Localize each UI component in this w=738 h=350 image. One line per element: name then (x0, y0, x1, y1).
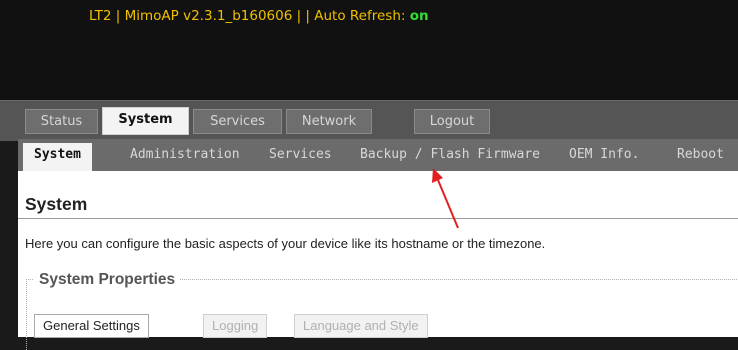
tab-system[interactable]: System (102, 107, 189, 135)
content-area: System Here you can configure the basic … (18, 171, 738, 350)
page-description: Here you can configure the basic aspects… (25, 236, 546, 251)
subtab-oem-info[interactable]: OEM Info. (569, 147, 639, 162)
sub-tab-bar: System Administration Services Backup / … (18, 139, 738, 171)
subtab-services[interactable]: Services (269, 147, 332, 162)
page-title: System (25, 194, 88, 214)
tab-logging[interactable]: Logging (203, 314, 268, 338)
tab-status[interactable]: Status (25, 109, 98, 134)
fieldset-legend: System Properties (34, 271, 181, 289)
header-bar: LT2 | MimoAP v2.3.1_b160606 | | Auto Ref… (0, 0, 738, 100)
subtab-system[interactable]: System (23, 143, 92, 171)
tab-services[interactable]: Services (193, 109, 282, 134)
subtab-backup-flash-firmware[interactable]: Backup / Flash Firmware (360, 147, 540, 162)
tab-network[interactable]: Network (286, 109, 372, 134)
subtab-reboot[interactable]: Reboot (677, 147, 724, 162)
tab-logout[interactable]: Logout (414, 109, 490, 134)
title-divider (18, 218, 738, 219)
auto-refresh-toggle[interactable]: on (410, 8, 429, 24)
main-tab-bar: Status System Services Network Logout (0, 100, 738, 141)
tab-general-settings[interactable]: General Settings (34, 314, 149, 338)
subtab-administration[interactable]: Administration (130, 147, 240, 162)
header-prefix: LT2 | MimoAP v2.3.1_b160606 | | Auto Ref… (89, 8, 410, 24)
tab-language-and-style[interactable]: Language and Style (294, 314, 428, 338)
header-status-text: LT2 | MimoAP v2.3.1_b160606 | | Auto Ref… (89, 8, 429, 24)
